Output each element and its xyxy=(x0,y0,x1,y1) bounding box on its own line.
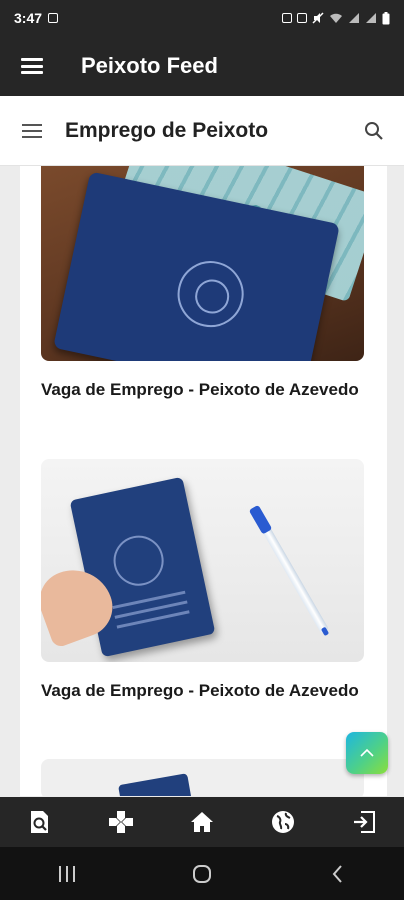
battery-icon xyxy=(382,11,390,24)
category-menu-button[interactable] xyxy=(0,123,64,138)
feed-list[interactable]: 100 Vaga de Emprego - Peixoto de Azevedo… xyxy=(20,166,387,796)
app-bar: Peixoto Feed xyxy=(0,36,404,96)
post-title[interactable]: Vaga de Emprego - Peixoto de Azevedo xyxy=(41,378,364,401)
system-nav xyxy=(0,847,404,900)
search-icon xyxy=(365,121,383,140)
system-home-button[interactable] xyxy=(172,854,232,894)
gallery-notification-icon xyxy=(48,13,59,23)
bottom-nav xyxy=(0,797,404,847)
scroll-top-button[interactable] xyxy=(346,732,388,774)
post-image[interactable] xyxy=(41,759,364,796)
status-bar: 3:47 xyxy=(0,0,404,36)
gamepad-icon xyxy=(109,811,134,833)
back-icon xyxy=(332,864,342,883)
post-card[interactable] xyxy=(41,759,364,796)
status-icons xyxy=(282,11,390,25)
home-icon xyxy=(190,812,213,832)
exit-icon xyxy=(353,811,375,833)
recents-icon xyxy=(59,865,76,882)
post-image[interactable] xyxy=(41,459,364,662)
nav-games[interactable] xyxy=(96,797,146,847)
app-menu-button[interactable] xyxy=(0,36,64,96)
post-card[interactable]: 100 Vaga de Emprego - Peixoto de Azevedo xyxy=(41,166,364,401)
recents-button[interactable] xyxy=(37,854,97,894)
nav-web[interactable] xyxy=(258,797,308,847)
back-button[interactable] xyxy=(307,854,367,894)
post-title[interactable]: Vaga de Emprego - Peixoto de Azevedo xyxy=(41,679,364,702)
post-card[interactable]: Vaga de Emprego - Peixoto de Azevedo xyxy=(41,459,364,702)
app-title: Peixoto Feed xyxy=(81,53,218,78)
nav-exit[interactable] xyxy=(339,797,389,847)
signal-icon-2 xyxy=(366,13,376,23)
nav-home[interactable] xyxy=(177,797,227,847)
signal-icon xyxy=(349,13,359,23)
post-image[interactable]: 100 xyxy=(41,166,364,361)
nav-search[interactable] xyxy=(15,797,65,847)
pen-image xyxy=(251,508,330,635)
notification-icon xyxy=(297,13,307,23)
page-header: Emprego de Peixoto xyxy=(0,96,404,166)
wifi-icon xyxy=(330,13,342,23)
chevron-up-icon xyxy=(360,748,374,757)
mute-icon xyxy=(312,12,324,24)
alarm-icon xyxy=(282,13,292,23)
search-document-icon xyxy=(31,811,49,833)
hamburger-icon xyxy=(21,58,43,74)
home-circle-icon xyxy=(192,864,211,883)
status-time: 3:47 xyxy=(14,10,43,26)
page-title: Emprego de Peixoto xyxy=(65,118,269,142)
search-button[interactable] xyxy=(344,121,404,141)
hamburger-icon xyxy=(22,123,42,138)
globe-icon xyxy=(271,811,294,833)
